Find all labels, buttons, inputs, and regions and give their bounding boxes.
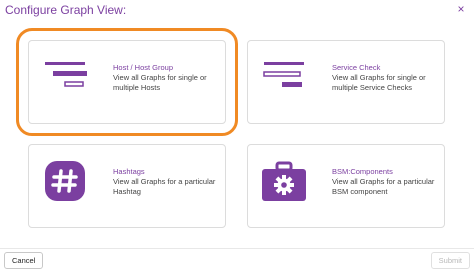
option-card-hashtags[interactable]: Hashtags View all Graphs for a particula…: [28, 144, 226, 228]
option-title: Hashtags: [113, 167, 145, 176]
option-card-service-check[interactable]: Service Check View all Graphs for single…: [247, 40, 445, 124]
bars-left-icon: [45, 62, 87, 87]
submit-button[interactable]: Submit: [430, 252, 470, 269]
hashtag-icon: [45, 161, 85, 201]
close-icon[interactable]: ×: [454, 2, 468, 16]
toolbox-gear-icon: [262, 161, 306, 201]
option-description: View all Graphs for single or multiple H…: [113, 73, 207, 92]
cancel-button[interactable]: Cancel: [4, 252, 44, 269]
footer-divider: [0, 248, 474, 249]
option-card-bsm-components[interactable]: BSM:Components View all Graphs for a par…: [247, 144, 445, 228]
option-description: View all Graphs for a particular BSM com…: [332, 177, 435, 196]
option-title: Service Check: [332, 63, 381, 72]
option-card-host-group[interactable]: Host / Host Group View all Graphs for si…: [16, 28, 238, 136]
option-title: BSM:Components: [332, 167, 393, 176]
option-description: View all Graphs for single or multiple S…: [332, 73, 426, 92]
option-title: Host / Host Group: [113, 63, 174, 72]
dialog-title: Configure Graph View:: [5, 3, 127, 17]
option-description: View all Graphs for a particular Hashtag: [113, 177, 216, 196]
bars-right-icon: [263, 62, 304, 87]
